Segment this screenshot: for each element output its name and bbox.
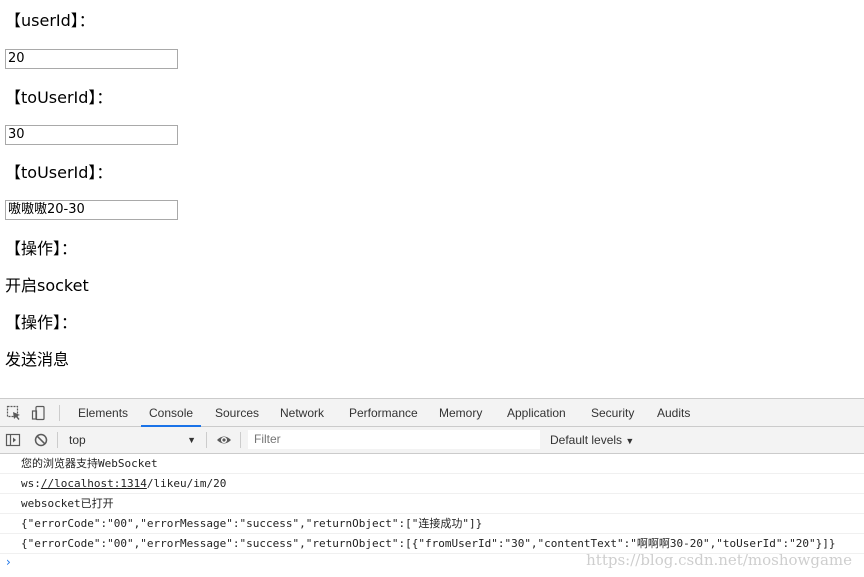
web-page: 【userId】： 【toUserId】： 【toUserId】： 【操作】： … [0,0,864,398]
touserid-input[interactable] [5,125,178,145]
userid-input[interactable] [5,49,178,69]
tabbar-divider [59,405,60,421]
watermark: https://blog.csdn.net/moshowgame [586,551,852,569]
tab-audits[interactable]: Audits [655,399,692,426]
inspect-icon[interactable] [6,405,22,421]
console-message: websocket已打开 [0,494,864,514]
devtools-tabbar: Elements Console Sources Network Perform… [0,399,864,427]
filter-input[interactable]: Filter [248,430,540,449]
console-toolbar: top ▼ Filter Default levels ▼ [0,427,864,454]
action-label-2: 【操作】： [5,313,78,332]
toolbar-divider-3 [240,432,241,448]
tab-application[interactable]: Application [505,399,568,426]
toolbar-divider [57,432,58,448]
console-message: 您的浏览器支持WebSocket [0,454,864,474]
device-toggle-icon[interactable] [31,405,47,421]
context-value: top [69,433,86,447]
action-label-1: 【操作】： [5,239,78,258]
content-label: 【toUserId】： [5,163,113,182]
ws-prefix: ws: [21,477,41,490]
levels-arrow-icon: ▼ [625,436,635,446]
tab-sources[interactable]: Sources [213,399,261,426]
devtools-panel: Elements Console Sources Network Perform… [0,398,864,577]
tab-network[interactable]: Network [278,399,326,426]
console-message-text: ws://localhost:1314/likeu/im/20 [21,474,227,493]
sidebar-toggle-icon[interactable] [5,432,21,448]
prompt-chevron-icon[interactable]: › [6,555,11,569]
send-message-button[interactable]: 发送消息 [5,350,69,370]
levels-label: Default levels [550,433,623,447]
tab-console[interactable]: Console [140,399,202,427]
console-message: ws://localhost:1314/likeu/im/20 [0,474,864,494]
clear-console-icon[interactable] [33,432,49,448]
tab-performance[interactable]: Performance [347,399,420,426]
tab-security[interactable]: Security [589,399,636,426]
open-socket-button[interactable]: 开启socket [5,276,89,296]
tab-memory[interactable]: Memory [437,399,484,426]
console-message-text: websocket已打开 [21,497,114,510]
tab-elements[interactable]: Elements [76,399,130,426]
dropdown-arrow-icon: ▼ [187,435,196,445]
console-message: {"errorCode":"00","errorMessage":"succes… [0,514,864,534]
console-message-text: {"errorCode":"00","errorMessage":"succes… [21,517,483,530]
toolbar-divider-2 [206,432,207,448]
ws-url-link[interactable]: //localhost:1314 [41,477,147,490]
filter-placeholder: Filter [254,432,281,446]
ws-path: /likeu/im/20 [146,477,227,490]
userid-label: 【userId】： [5,11,95,30]
eye-icon[interactable] [216,432,232,448]
console-message-text: 您的浏览器支持WebSocket [21,457,158,470]
content-input[interactable] [5,200,178,220]
default-levels-dropdown[interactable]: Default levels ▼ [550,431,634,450]
touserid-label: 【toUserId】： [5,88,113,107]
context-selector[interactable]: top ▼ [64,431,202,449]
